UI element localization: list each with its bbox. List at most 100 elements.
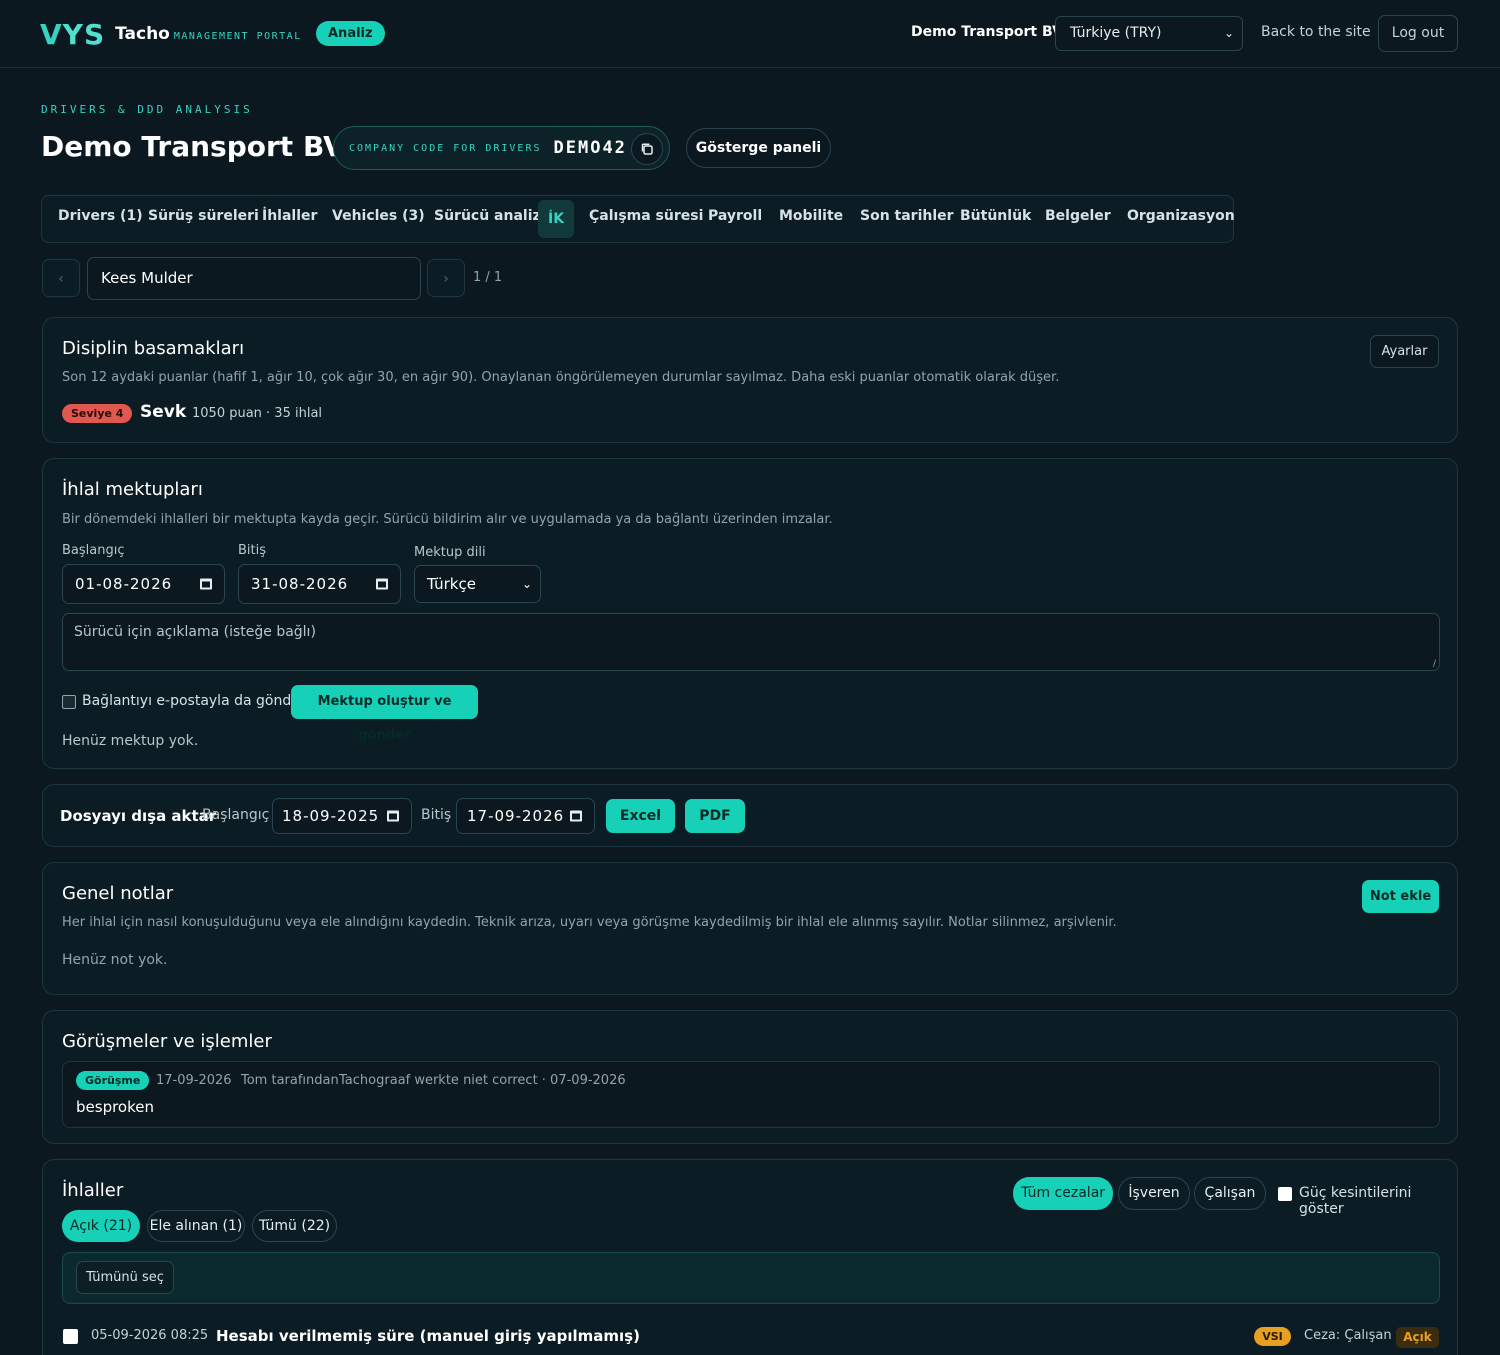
status-tab-open[interactable]: Açık (21)	[62, 1210, 140, 1242]
driver-note-textarea[interactable]: Sürücü için açıklama (isteğe bağlı) ∕	[62, 613, 1440, 671]
letters-lang-label: Mektup dili	[414, 545, 486, 560]
tab-drivers[interactable]: Drivers (1)	[58, 208, 143, 224]
bulk-action-bar: Tümünü seç	[62, 1252, 1440, 1304]
tab-documents[interactable]: Belgeler	[1045, 208, 1111, 224]
logo-mark: VYS	[40, 17, 106, 51]
calendar-icon	[387, 810, 399, 822]
calendar-icon	[376, 578, 388, 590]
letters-start-date[interactable]: 01-08-2026	[62, 564, 225, 604]
meetings-title: Görüşmeler ve işlemler	[62, 1031, 272, 1052]
export-start-label: Başlangıç	[202, 807, 270, 823]
resize-handle-icon[interactable]: ∕	[1433, 659, 1436, 669]
violation-title[interactable]: Hesabı verilmemiş süre (manuel giriş yap…	[216, 1327, 640, 1345]
top-bar: VYS Tacho MANAGEMENT PORTAL Analiz Demo …	[0, 0, 1500, 68]
driver-note-placeholder: Sürücü için açıklama (isteğe bağlı)	[74, 624, 316, 640]
add-note-button[interactable]: Not ekle	[1362, 880, 1439, 913]
header-company-name: Demo Transport BV	[911, 24, 1063, 40]
violation-row-checkbox[interactable]	[63, 1329, 78, 1344]
driver-pager: 1 / 1	[473, 270, 503, 285]
status-tab-handled[interactable]: Ele alınan (1)	[147, 1210, 245, 1242]
export-end-date[interactable]: 17-09-2026	[456, 798, 595, 834]
tab-violations[interactable]: İhlaller	[262, 208, 317, 224]
notes-card: Genel notlar Her ihlal için nasıl konuşu…	[42, 862, 1458, 995]
violation-penalty: Ceza: Çalışan	[1304, 1328, 1392, 1343]
calendar-icon	[200, 578, 212, 590]
tab-integrity[interactable]: Bütünlük	[960, 208, 1031, 224]
tab-payroll[interactable]: Payroll	[708, 208, 762, 224]
tab-driver-analysis[interactable]: Sürücü analizi	[434, 208, 545, 224]
next-driver-button[interactable]: ›	[427, 259, 465, 297]
email-link-label: Bağlantıyı e-postayla da gönder	[82, 693, 306, 709]
chevron-down-icon: ⌄	[1223, 26, 1234, 40]
export-start-date[interactable]: 18-09-2025	[272, 798, 412, 834]
calendar-icon	[570, 810, 582, 822]
letters-end-date[interactable]: 31-08-2026	[238, 564, 401, 604]
status-tab-all[interactable]: Tümü (22)	[252, 1210, 337, 1242]
tab-mobility[interactable]: Mobilite	[779, 208, 843, 224]
filter-employee[interactable]: Çalışan	[1194, 1177, 1266, 1210]
letters-title: İhlal mektupları	[62, 479, 203, 500]
tab-bar: Drivers (1) Sürüş süreleri İhlaller Vehi…	[41, 195, 1235, 243]
email-link-checkbox[interactable]	[62, 695, 76, 709]
meeting-text: besproken	[76, 1098, 154, 1116]
filter-all-penalties[interactable]: Tüm cezalar	[1013, 1177, 1113, 1210]
violations-card: İhlaller Tüm cezalar İşveren Çalışan Güç…	[42, 1159, 1458, 1355]
letters-description: Bir dönemdeki ihlalleri bir mektupta kay…	[62, 512, 833, 527]
filter-employer[interactable]: İşveren	[1118, 1177, 1190, 1210]
page-eyebrow: DRIVERS & DDD ANALYSIS	[41, 103, 253, 116]
tab-driving-times[interactable]: Sürüş süreleri	[148, 208, 259, 224]
meetings-card: Görüşmeler ve işlemler Görüşme 17-09-202…	[42, 1010, 1458, 1144]
power-outage-checkbox[interactable]	[1278, 1187, 1292, 1201]
letters-language-value: Türkçe	[427, 575, 476, 593]
driver-select[interactable]: Kees Mulder	[87, 257, 421, 300]
select-all-button[interactable]: Tümünü seç	[76, 1261, 174, 1294]
discipline-description: Son 12 aydaki puanlar (hafif 1, ağır 10,…	[62, 370, 1060, 385]
copy-code-button[interactable]	[631, 133, 663, 165]
letters-start-value: 01-08-2026	[75, 575, 173, 593]
notes-description: Her ihlal için nasıl konuşulduğunu veya …	[62, 915, 1117, 930]
logo[interactable]: VYS Tacho MANAGEMENT PORTAL	[40, 17, 302, 51]
power-outage-label: Güç kesintilerini göster	[1299, 1185, 1412, 1217]
discipline-title: Disiplin basamakları	[62, 338, 245, 359]
letters-card: İhlal mektupları Bir dönemdeki ihlalleri…	[42, 458, 1458, 769]
tab-organization[interactable]: Organizasyon	[1127, 208, 1235, 224]
level-name: Sevk	[140, 402, 187, 422]
export-card: Dosyayı dışa aktar Başlangıç 18-09-2025 …	[42, 784, 1458, 847]
dashboard-button[interactable]: Gösterge paneli	[686, 128, 831, 168]
export-end-label: Bitiş	[421, 807, 452, 823]
level-badge: Seviye 4	[62, 404, 133, 423]
create-letter-button[interactable]: Mektup oluştur ve gönder	[291, 685, 478, 743]
prev-driver-button[interactable]: ‹	[42, 259, 80, 297]
export-start-value: 18-09-2025	[282, 807, 380, 825]
pdf-export-button[interactable]: PDF	[685, 799, 745, 833]
violation-status-badge: Açık	[1396, 1327, 1439, 1348]
tab-working-time[interactable]: Çalışma süresi	[589, 208, 703, 224]
notes-empty: Henüz not yok.	[62, 952, 168, 968]
violation-datetime: 05-09-2026 08:25	[91, 1328, 209, 1343]
letters-end-label: Bitiş	[238, 543, 267, 558]
company-code-value: DEMO42	[553, 138, 627, 158]
back-to-site-link[interactable]: Back to the site	[1261, 24, 1371, 40]
analiz-badge: Analiz	[316, 21, 385, 46]
meeting-author: Tom tarafından	[241, 1073, 339, 1088]
level-stats: 1050 puan · 35 ihlal	[192, 406, 323, 421]
tab-deadlines[interactable]: Son tarihler	[860, 208, 954, 224]
logo-subtitle: MANAGEMENT PORTAL	[173, 30, 302, 42]
country-select-value: Türkiye (TRY)	[1070, 25, 1162, 41]
letters-start-label: Başlangıç	[62, 543, 125, 558]
letters-language-select[interactable]: Türkçe ⌄	[414, 565, 541, 603]
tab-vehicles[interactable]: Vehicles (3)	[332, 208, 425, 224]
discipline-card: Disiplin basamakları Son 12 aydaki puanl…	[42, 317, 1458, 443]
settings-button[interactable]: Ayarlar	[1370, 335, 1439, 368]
violations-title: İhlaller	[62, 1180, 124, 1201]
tab-hr[interactable]: İK	[538, 200, 575, 238]
excel-export-button[interactable]: Excel	[606, 799, 675, 833]
country-select[interactable]: Türkiye (TRY) ⌄	[1055, 16, 1243, 51]
company-code-label: COMPANY CODE FOR DRIVERS	[349, 142, 542, 154]
notes-title: Genel notlar	[62, 883, 174, 904]
copy-icon	[641, 143, 653, 155]
export-title: Dosyayı dışa aktar	[60, 807, 217, 825]
meeting-meta: Tachograaf werkte niet correct · 07-09-2…	[339, 1073, 626, 1088]
logout-button[interactable]: Log out	[1378, 15, 1458, 52]
letters-empty: Henüz mektup yok.	[62, 733, 199, 749]
